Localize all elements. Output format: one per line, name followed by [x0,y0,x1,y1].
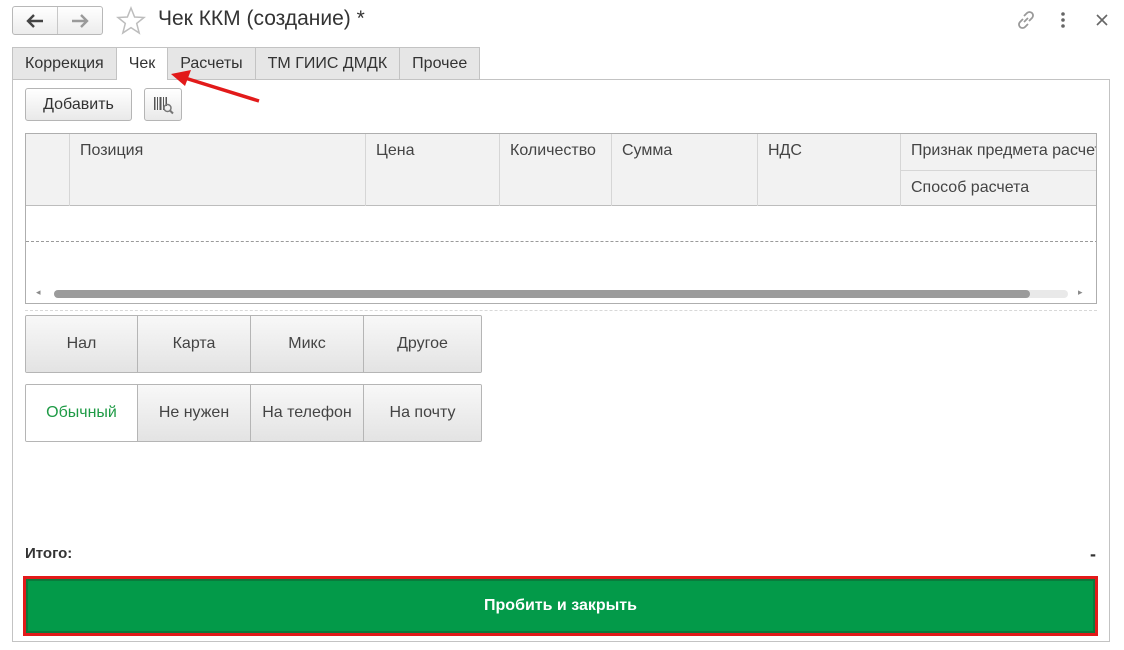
receipt-delivery-selector: Обычный Не нужен На телефон На почту [25,384,482,442]
more-vertical-icon [1061,12,1065,28]
table-header: Позиция Цена Количество Сумма НДС Призна… [26,134,1096,206]
payment-cash-button[interactable]: Нал [26,316,138,372]
tab-chek[interactable]: Чек [115,47,169,80]
submit-highlight: Пробить и закрыть [23,576,1098,636]
navigation-buttons [12,6,103,35]
tab-label: Чек [128,55,156,72]
column-header-position[interactable]: Позиция [70,134,366,206]
tab-prochee[interactable]: Прочее [399,47,481,79]
items-table[interactable]: Позиция Цена Количество Сумма НДС Призна… [25,133,1097,304]
tab-label: Коррекция [25,54,104,72]
column-header-quantity[interactable]: Количество [500,134,612,206]
scroll-left-icon[interactable]: ◂ [36,287,41,298]
scroll-right-icon[interactable]: ▸ [1078,287,1083,298]
row-marker-column [26,134,70,206]
column-header-sum[interactable]: Сумма [612,134,758,206]
window-title: Чек ККМ (создание) * [158,7,365,30]
column-header-payment-method[interactable]: Способ расчета [901,170,1096,206]
annotation-arrow-icon [171,70,260,103]
arrow-left-icon [26,13,43,28]
link-button[interactable] [1014,8,1038,32]
print-and-close-button[interactable]: Пробить и закрыть [26,579,1095,633]
column-header-subject-sign[interactable]: Признак предмета расчета [901,134,1096,170]
table-row[interactable] [26,206,1096,242]
receipt-phone-button[interactable]: На телефон [251,385,364,441]
link-icon [1018,11,1034,29]
more-button[interactable] [1051,8,1075,32]
forward-button[interactable] [57,7,102,34]
receipt-email-button[interactable]: На почту [364,385,481,441]
total-label: Итого: [25,545,73,562]
payment-type-selector: Нал Карта Микс Другое [25,315,482,373]
payment-mix-button[interactable]: Микс [251,316,364,372]
tab-korrektsiya[interactable]: Коррекция [12,47,117,79]
payment-card-button[interactable]: Карта [138,316,251,372]
receipt-normal-button[interactable]: Обычный [26,385,138,441]
column-header-price[interactable]: Цена [366,134,500,206]
star-icon[interactable] [116,6,146,36]
close-button[interactable] [1090,8,1114,32]
scrollbar-thumb[interactable] [54,290,1030,298]
back-button[interactable] [13,7,57,34]
receipt-none-button[interactable]: Не нужен [138,385,251,441]
divider [25,310,1097,311]
column-header-vat[interactable]: НДС [758,134,901,206]
tab-tm-giis-dmdk[interactable]: ТМ ГИИС ДМДК [254,47,401,79]
total-value: - [1090,544,1096,564]
horizontal-scrollbar[interactable]: ◂ ▸ [26,284,1096,302]
tab-label: Прочее [412,54,468,72]
add-button[interactable]: Добавить [25,88,132,121]
close-icon [1096,14,1108,26]
tab-label: ТМ ГИИС ДМДК [267,54,388,72]
payment-other-button[interactable]: Другое [364,316,481,372]
arrow-right-icon [72,13,89,28]
